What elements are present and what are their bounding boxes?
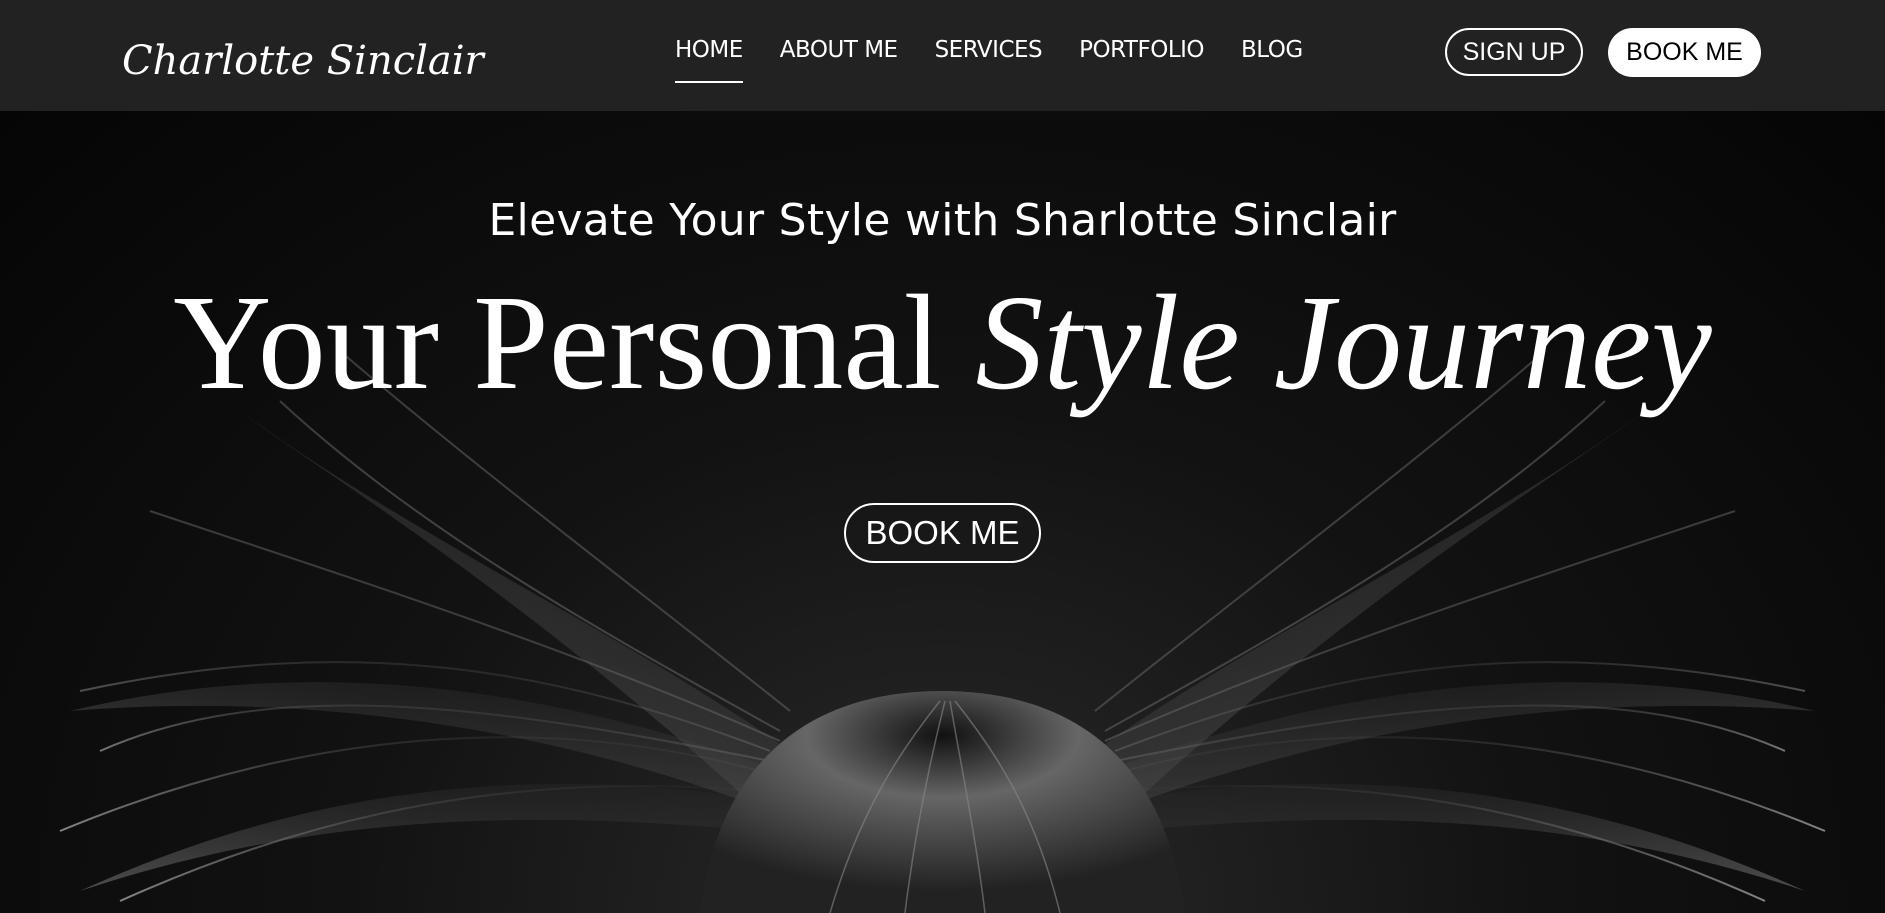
logo-script-icon: Charlotte Sinclair: [122, 38, 487, 84]
hero-title: Your Personal Style Journey: [0, 263, 1885, 423]
nav-blog[interactable]: BLOG: [1241, 36, 1303, 84]
hero-section: Elevate Your Style with Sharlotte Sincla…: [0, 111, 1885, 913]
hero-title-italic: Style Journey: [975, 268, 1712, 418]
book-me-hero-button[interactable]: BOOK ME: [844, 503, 1041, 563]
nav-home[interactable]: HOME: [675, 36, 743, 84]
sign-up-button[interactable]: SIGN UP: [1445, 28, 1583, 76]
book-me-header-button[interactable]: BOOK ME: [1608, 28, 1761, 77]
main-nav: HOME ABOUT ME SERVICES PORTFOLIO BLOG: [675, 36, 1340, 84]
logo[interactable]: Charlotte Sinclair: [122, 4, 532, 104]
hero-title-plain: Your Personal: [173, 268, 976, 418]
site-header: Charlotte Sinclair HOME ABOUT ME SERVICE…: [0, 0, 1885, 111]
nav-about-me[interactable]: ABOUT ME: [780, 36, 898, 84]
nav-services[interactable]: SERVICES: [935, 36, 1043, 84]
logo-text: Charlotte Sinclair: [122, 38, 487, 84]
hero-subtitle: Elevate Your Style with Sharlotte Sincla…: [488, 195, 1397, 246]
nav-portfolio[interactable]: PORTFOLIO: [1079, 36, 1204, 84]
